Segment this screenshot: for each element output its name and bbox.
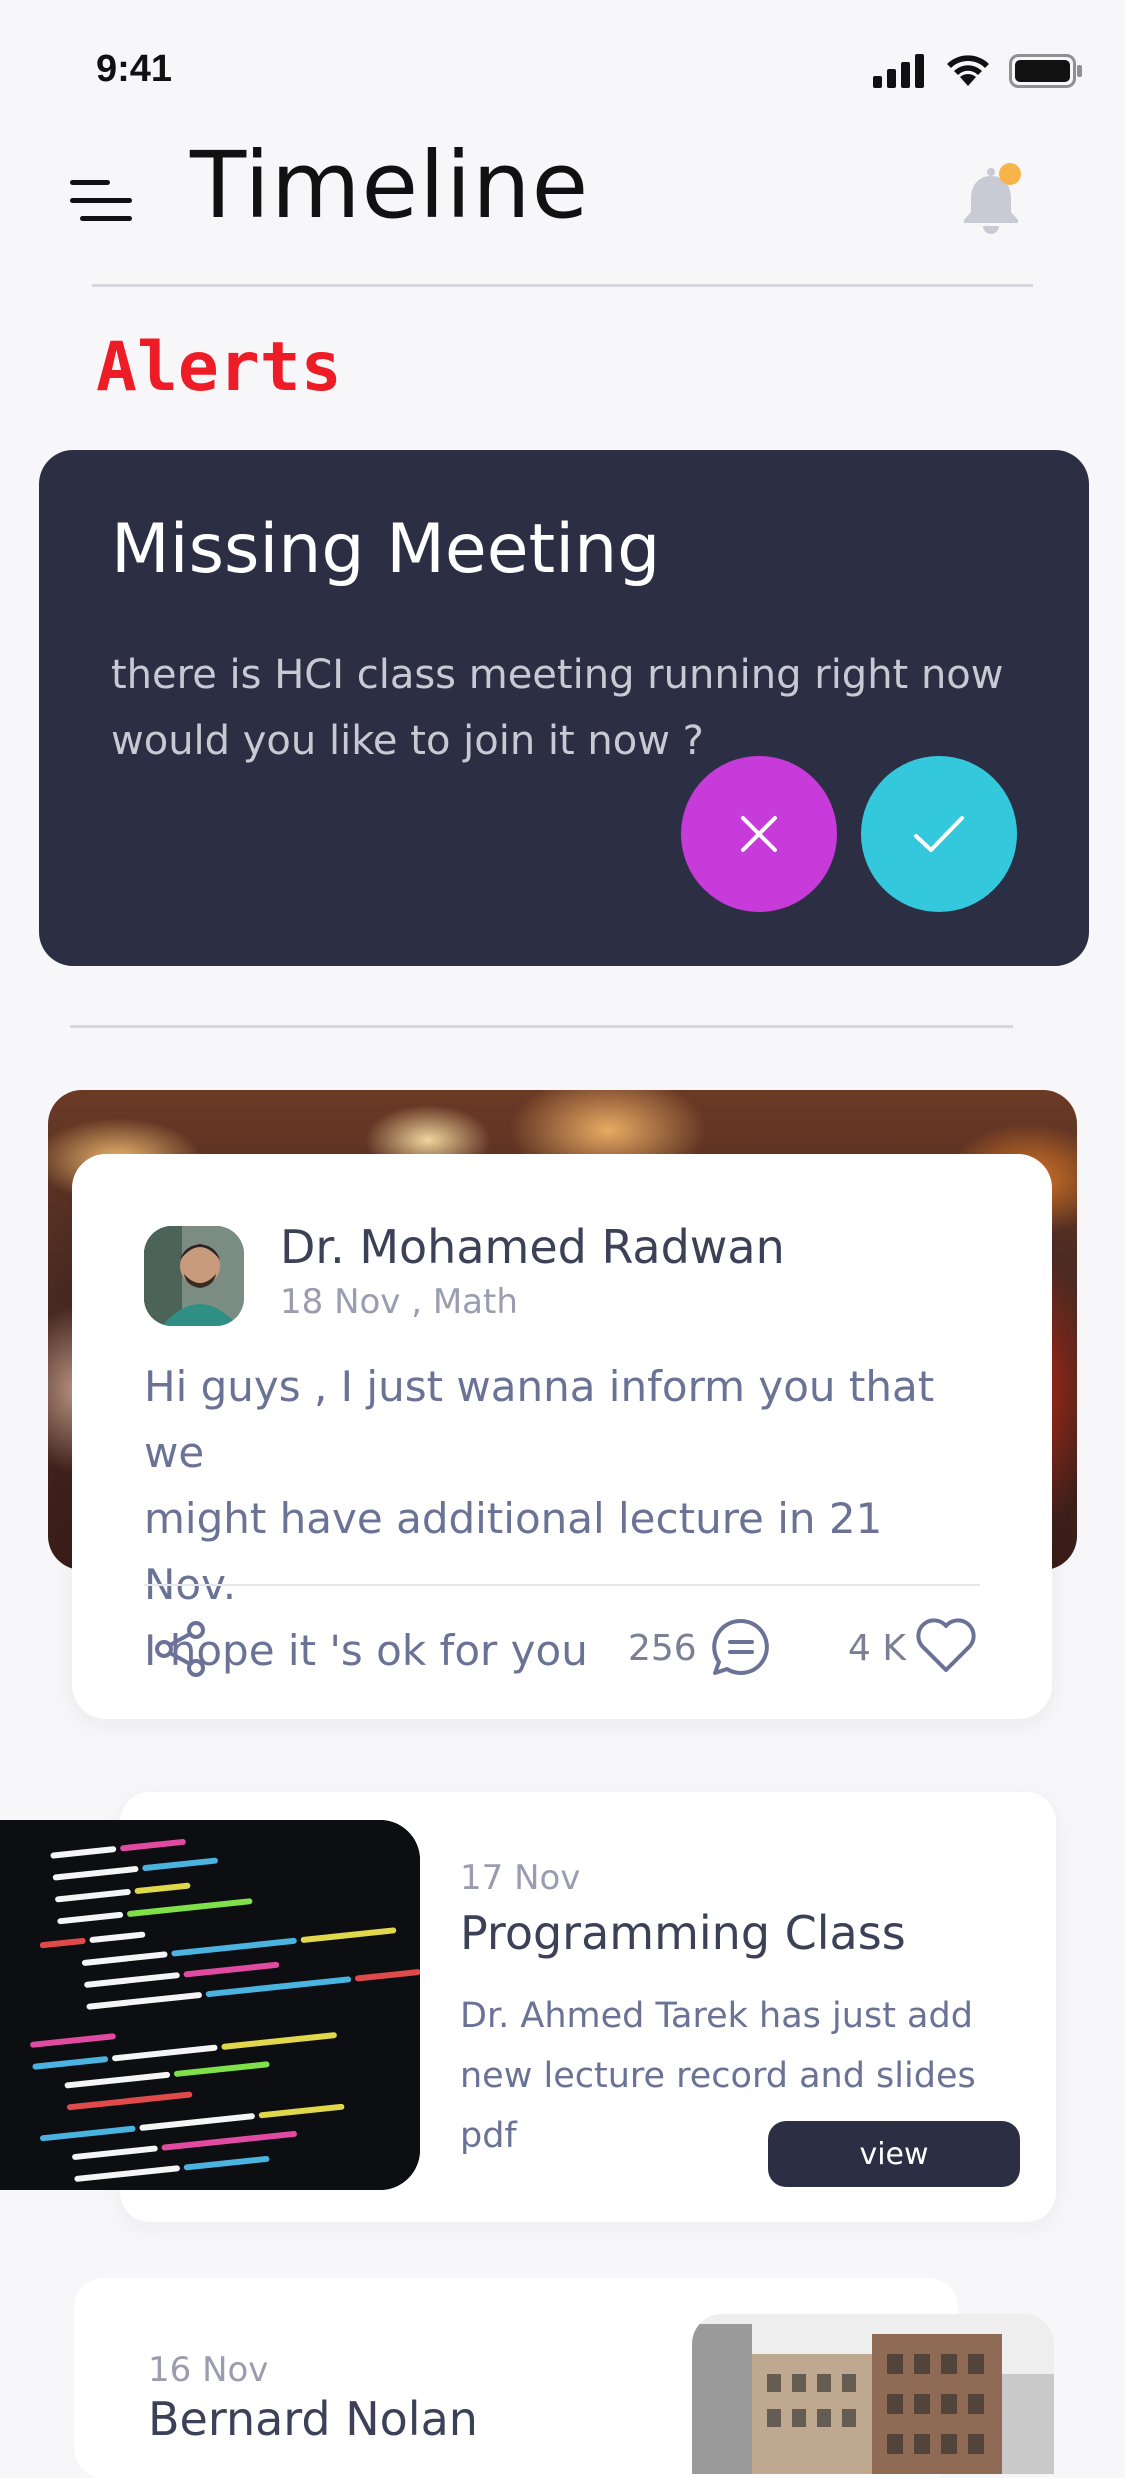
header-divider xyxy=(92,284,1033,287)
comment-button[interactable] xyxy=(710,1616,772,1678)
class-date: 17 Nov xyxy=(460,1858,581,1898)
alert-title: Missing Meeting xyxy=(111,510,661,589)
accept-button[interactable] xyxy=(861,756,1017,912)
cellular-signal-icon xyxy=(873,54,924,88)
decline-button[interactable] xyxy=(681,756,837,912)
post-card[interactable]: Dr. Mohamed Radwan 18 Nov , Math Hi guys… xyxy=(72,1154,1052,1719)
share-button[interactable] xyxy=(152,1620,210,1678)
view-button[interactable]: view xyxy=(768,2121,1020,2187)
building-thumbnail xyxy=(692,2314,1054,2474)
post-divider xyxy=(144,1584,980,1586)
status-icons xyxy=(873,54,1083,88)
notifications-button[interactable] xyxy=(958,160,1028,240)
like-count: 4 K xyxy=(848,1628,906,1669)
battery-icon xyxy=(1009,54,1082,88)
avatar-photo xyxy=(144,1226,244,1326)
check-icon xyxy=(914,816,964,852)
code-image xyxy=(0,1820,420,2190)
heart-icon xyxy=(916,1618,976,1672)
partial-card-title: Bernard Nolan xyxy=(148,2392,478,2446)
comment-count: 256 xyxy=(628,1628,697,1669)
code-thumbnail xyxy=(0,1820,420,2190)
alert-card: Missing Meeting there is HCI class meeti… xyxy=(39,450,1089,966)
share-icon xyxy=(155,1621,205,1677)
alerts-heading: Alerts xyxy=(96,328,342,407)
page-title: Timeline xyxy=(190,132,590,239)
menu-button[interactable] xyxy=(70,176,132,228)
class-title: Programming Class xyxy=(460,1906,906,1960)
alert-body: there is HCI class meeting running right… xyxy=(111,652,1004,764)
building-image xyxy=(692,2314,1054,2474)
bell-icon xyxy=(964,163,1021,234)
menu-icon xyxy=(70,180,132,221)
status-time: 9:41 xyxy=(96,48,173,90)
close-icon xyxy=(741,816,777,852)
section-divider xyxy=(70,1025,1013,1028)
comment-icon xyxy=(712,1618,769,1675)
post-text-line: might have additional lecture in 21 Nov. xyxy=(144,1494,883,1609)
like-button[interactable] xyxy=(914,1616,978,1676)
wifi-icon xyxy=(947,55,989,86)
author-name[interactable]: Dr. Mohamed Radwan xyxy=(280,1220,785,1274)
avatar[interactable] xyxy=(144,1226,244,1326)
partial-card-date: 16 Nov xyxy=(148,2350,269,2390)
post-meta: 18 Nov , Math xyxy=(280,1282,518,1322)
post-text-line: Hi guys , I just wanna inform you that w… xyxy=(144,1362,935,1477)
notification-dot xyxy=(999,163,1021,185)
